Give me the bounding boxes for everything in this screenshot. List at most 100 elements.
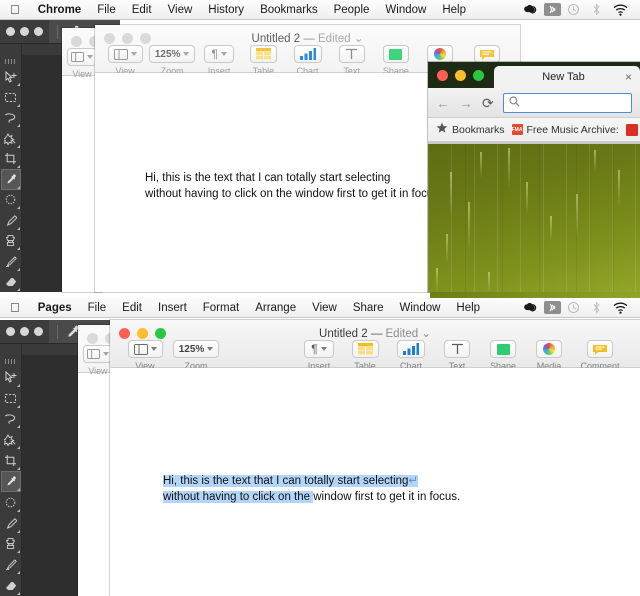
panel-grip-icon[interactable] xyxy=(4,59,17,64)
maximize-button[interactable] xyxy=(473,70,484,81)
history-brush-tool-icon[interactable] xyxy=(1,251,21,272)
minimize-button[interactable] xyxy=(455,70,466,81)
maximize-button[interactable] xyxy=(34,327,43,336)
chrome-page-content[interactable] xyxy=(428,142,640,292)
menubar-item-view[interactable]: View xyxy=(160,4,201,16)
photoshop-traffic-lights[interactable] xyxy=(0,320,49,343)
magic-wand-tool-icon[interactable] xyxy=(1,128,21,149)
toolbar-zoom-top[interactable]: 125% Zoom xyxy=(147,45,197,76)
menubar-item-people[interactable]: People xyxy=(326,4,378,16)
bookmark-bookmarks[interactable]: Bookmarks xyxy=(436,122,505,137)
apple-menu-icon[interactable]:  xyxy=(6,301,30,314)
toolbar-chart-top[interactable]: Chart xyxy=(285,45,329,76)
bookmark-free-music-archive[interactable]: FMA Free Music Archive: xyxy=(511,124,619,136)
brush-tool-icon[interactable] xyxy=(1,210,21,231)
clone-stamp-tool-icon[interactable] xyxy=(1,231,21,251)
close-button[interactable] xyxy=(6,27,15,36)
toolbar-comment-bottom[interactable]: Comment xyxy=(572,340,628,371)
apple-menu-icon[interactable]:  xyxy=(6,3,30,16)
bluetooth-icon[interactable] xyxy=(586,301,607,314)
menubar-item-window[interactable]: Window xyxy=(392,302,449,314)
omnibox[interactable] xyxy=(502,92,632,113)
menubar-item-view[interactable]: View xyxy=(304,302,345,314)
wifi-icon[interactable] xyxy=(607,4,634,16)
move-tool-icon[interactable] xyxy=(1,67,21,87)
menubar-item-share[interactable]: Share xyxy=(345,302,392,314)
menubar-item-help[interactable]: Help xyxy=(448,302,488,314)
toolbar-zoom-bottom[interactable]: 125% Zoom xyxy=(168,340,224,371)
title-chevron-icon[interactable]: ⌄ xyxy=(354,33,364,45)
lasso-tool-icon[interactable] xyxy=(1,108,21,128)
toolbar-shape-top[interactable]: Shape xyxy=(374,45,418,76)
panel-grip-icon[interactable] xyxy=(4,359,17,364)
back-button[interactable]: ← xyxy=(436,96,450,110)
toolbar-table-bottom[interactable]: Table xyxy=(342,340,388,371)
eyedropper-tool-icon[interactable] xyxy=(0,471,21,492)
close-button[interactable] xyxy=(6,327,15,336)
airplay-icon[interactable] xyxy=(544,301,561,314)
toolbar-text-top[interactable]: Text xyxy=(330,45,374,76)
healing-brush-tool-icon[interactable] xyxy=(1,190,21,210)
move-tool-icon[interactable] xyxy=(1,367,21,388)
close-icon[interactable]: × xyxy=(625,71,632,83)
creative-cloud-icon[interactable] xyxy=(517,4,544,16)
menubar-item-arrange[interactable]: Arrange xyxy=(247,302,304,314)
eraser-tool-icon[interactable] xyxy=(1,575,21,596)
toolbar-table-top[interactable]: Table xyxy=(241,45,285,76)
pages-window-bottom[interactable]: Untitled 2 — Edited ⌄ View 125% Zoom ¶ I… xyxy=(110,320,640,596)
toolbar-chart-bottom[interactable]: Chart xyxy=(388,340,434,371)
chrome-navbar[interactable]: ← → ⟳ xyxy=(428,88,640,118)
menubar-item-bookmarks[interactable]: Bookmarks xyxy=(252,4,326,16)
minimize-button[interactable] xyxy=(20,27,29,36)
pages-document-bottom[interactable]: Hi, this is the text that I can totally … xyxy=(110,368,640,596)
menubar-item-window[interactable]: Window xyxy=(377,4,434,16)
history-brush-tool-icon[interactable] xyxy=(1,554,21,575)
toolbar-view-behind[interactable]: View xyxy=(66,48,98,79)
maximize-button[interactable] xyxy=(34,27,43,36)
bluetooth-icon[interactable] xyxy=(586,3,607,16)
chrome-tab-strip[interactable]: New Tab × xyxy=(428,62,640,88)
reload-button[interactable]: ⟳ xyxy=(482,96,494,110)
airplay-icon[interactable] xyxy=(544,3,561,16)
clone-stamp-tool-icon[interactable] xyxy=(1,534,21,555)
toolbar-insert-top[interactable]: ¶ Insert xyxy=(197,45,241,76)
photoshop-traffic-lights[interactable] xyxy=(0,20,49,43)
menubar-item-app[interactable]: Pages xyxy=(30,302,80,314)
menubar-item-app[interactable]: Chrome xyxy=(30,4,89,16)
brush-tool-icon[interactable] xyxy=(1,513,21,534)
close-button[interactable] xyxy=(437,70,448,81)
close-button[interactable] xyxy=(87,333,98,344)
toolbar-media-bottom[interactable]: Media xyxy=(526,340,572,371)
toolbar-view-bottom[interactable]: View xyxy=(122,340,168,371)
menubar-item-insert[interactable]: Insert xyxy=(150,302,195,314)
marquee-tool-icon[interactable] xyxy=(1,87,21,108)
chrome-tab[interactable]: New Tab × xyxy=(494,66,640,88)
menubar-item-help[interactable]: Help xyxy=(434,4,474,16)
time-machine-icon[interactable] xyxy=(561,301,586,314)
time-machine-icon[interactable] xyxy=(561,3,586,16)
eraser-tool-icon[interactable] xyxy=(1,272,21,292)
crop-tool-icon[interactable] xyxy=(1,149,21,169)
menubar-item-file[interactable]: File xyxy=(80,302,115,314)
title-chevron-icon[interactable]: ⌄ xyxy=(421,328,431,340)
menubar-item-edit[interactable]: Edit xyxy=(124,4,160,16)
eyedropper-tool-icon[interactable] xyxy=(0,169,21,190)
menubar-item-edit[interactable]: Edit xyxy=(114,302,150,314)
pages-toolbar-bottom[interactable]: Untitled 2 — Edited ⌄ View 125% Zoom ¶ I… xyxy=(110,320,640,371)
creative-cloud-icon[interactable] xyxy=(517,302,544,314)
chrome-traffic-lights[interactable] xyxy=(437,70,484,81)
chrome-bookmarks-bar[interactable]: Bookmarks FMA Free Music Archive: xyxy=(428,118,640,142)
toolbar-text-bottom[interactable]: Text xyxy=(434,340,480,371)
healing-brush-tool-icon[interactable] xyxy=(1,492,21,513)
photoshop-toolbar-bottom[interactable] xyxy=(0,344,22,596)
marquee-tool-icon[interactable] xyxy=(1,388,21,409)
lasso-tool-icon[interactable] xyxy=(1,409,21,430)
bookmark-extra[interactable] xyxy=(625,123,638,136)
menubar-item-format[interactable]: Format xyxy=(195,302,247,314)
chrome-window[interactable]: New Tab × ← → ⟳ Bookmarks FMA Free Music… xyxy=(428,62,640,292)
close-button[interactable] xyxy=(71,36,82,47)
menubar-item-history[interactable]: History xyxy=(200,4,252,16)
crop-tool-icon[interactable] xyxy=(1,450,21,471)
forward-button[interactable]: → xyxy=(459,96,473,110)
menubar-item-file[interactable]: File xyxy=(89,4,124,16)
